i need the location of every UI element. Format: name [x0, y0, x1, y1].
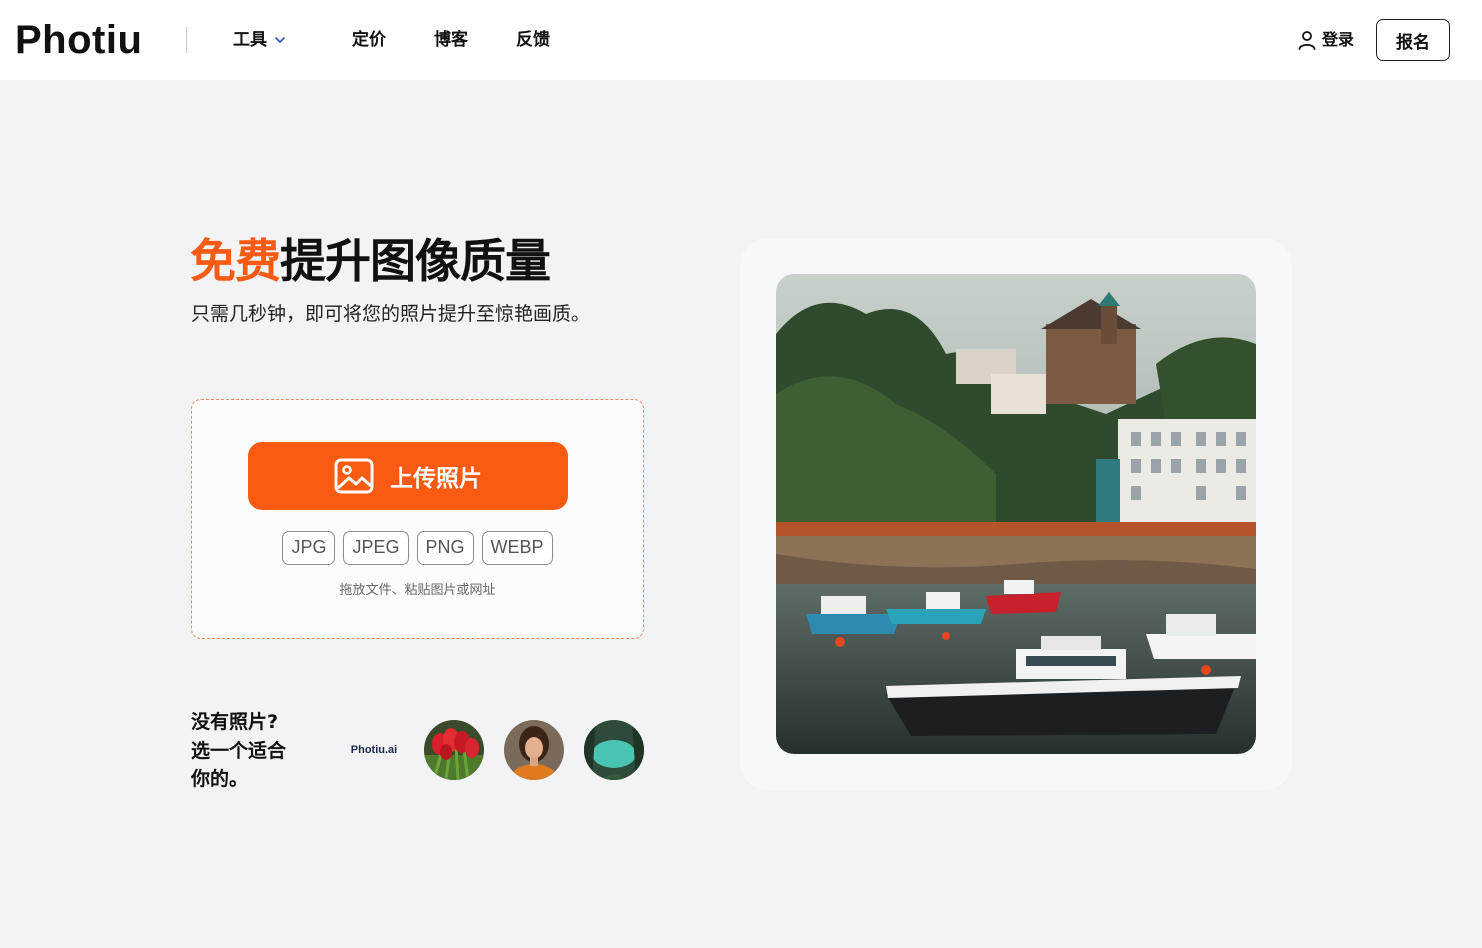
chevron-down-icon	[275, 37, 285, 43]
upload-dropzone[interactable]: 上传照片 JPG JPEG PNG WEBP 拖放文件、粘贴图片或网址	[191, 399, 644, 639]
site-logo[interactable]: Photiu	[15, 18, 142, 62]
lake-image	[584, 720, 644, 780]
sample-brand-logo[interactable]: Photiu.ai	[343, 720, 405, 780]
hero-title: 免费提升图像质量	[190, 230, 551, 292]
nav-tools[interactable]: 工具	[233, 28, 287, 52]
hero-title-rest: 提升图像质量	[280, 234, 551, 288]
upload-photo-button[interactable]: 上传照片	[248, 442, 568, 510]
nav-pricing[interactable]: 定价	[352, 28, 386, 52]
image-icon	[334, 458, 374, 494]
sample-thumb-lake[interactable]	[584, 720, 644, 780]
hero-title-accent: 免费	[190, 234, 281, 288]
sample-thumb-tulips[interactable]	[424, 720, 484, 780]
header-divider	[186, 27, 187, 53]
hero-subtitle: 只需几秒钟，即可将您的照片提升至惊艳画质。	[191, 303, 591, 325]
sample-prompt-line: 选一个适合	[191, 739, 287, 762]
nav-feedback[interactable]: 反馈	[516, 28, 550, 52]
top-navbar: Photiu 工具 定价 博客 反馈 登录 报名	[0, 0, 1482, 80]
portrait-image	[504, 720, 564, 780]
user-icon	[1298, 31, 1316, 50]
sample-prompt: 没有照片? 选一个适合 你的。	[191, 708, 301, 794]
upload-button-label: 上传照片	[390, 466, 482, 492]
drop-hint: 拖放文件、粘贴图片或网址	[339, 583, 496, 598]
sample-prompt-line: 你的。	[191, 768, 249, 790]
harbor-photo	[776, 274, 1256, 754]
login-link[interactable]: 登录	[1296, 28, 1354, 52]
format-badge: PNG	[416, 531, 474, 565]
signup-button[interactable]: 报名	[1376, 19, 1450, 61]
sample-thumb-portrait[interactable]	[504, 720, 564, 780]
format-list: JPG JPEG PNG WEBP	[192, 531, 643, 565]
format-badge: JPEG	[343, 531, 409, 565]
format-badge: WEBP	[481, 531, 553, 565]
nav-tools-label: 工具	[233, 30, 267, 50]
sample-prompt-line: 没有照片?	[191, 711, 279, 733]
login-label: 登录	[1322, 30, 1355, 49]
preview-harbor-image	[776, 274, 1256, 754]
tulips-image	[424, 720, 484, 780]
format-badge: JPG	[282, 531, 336, 565]
nav-blog[interactable]: 博客	[434, 28, 468, 52]
